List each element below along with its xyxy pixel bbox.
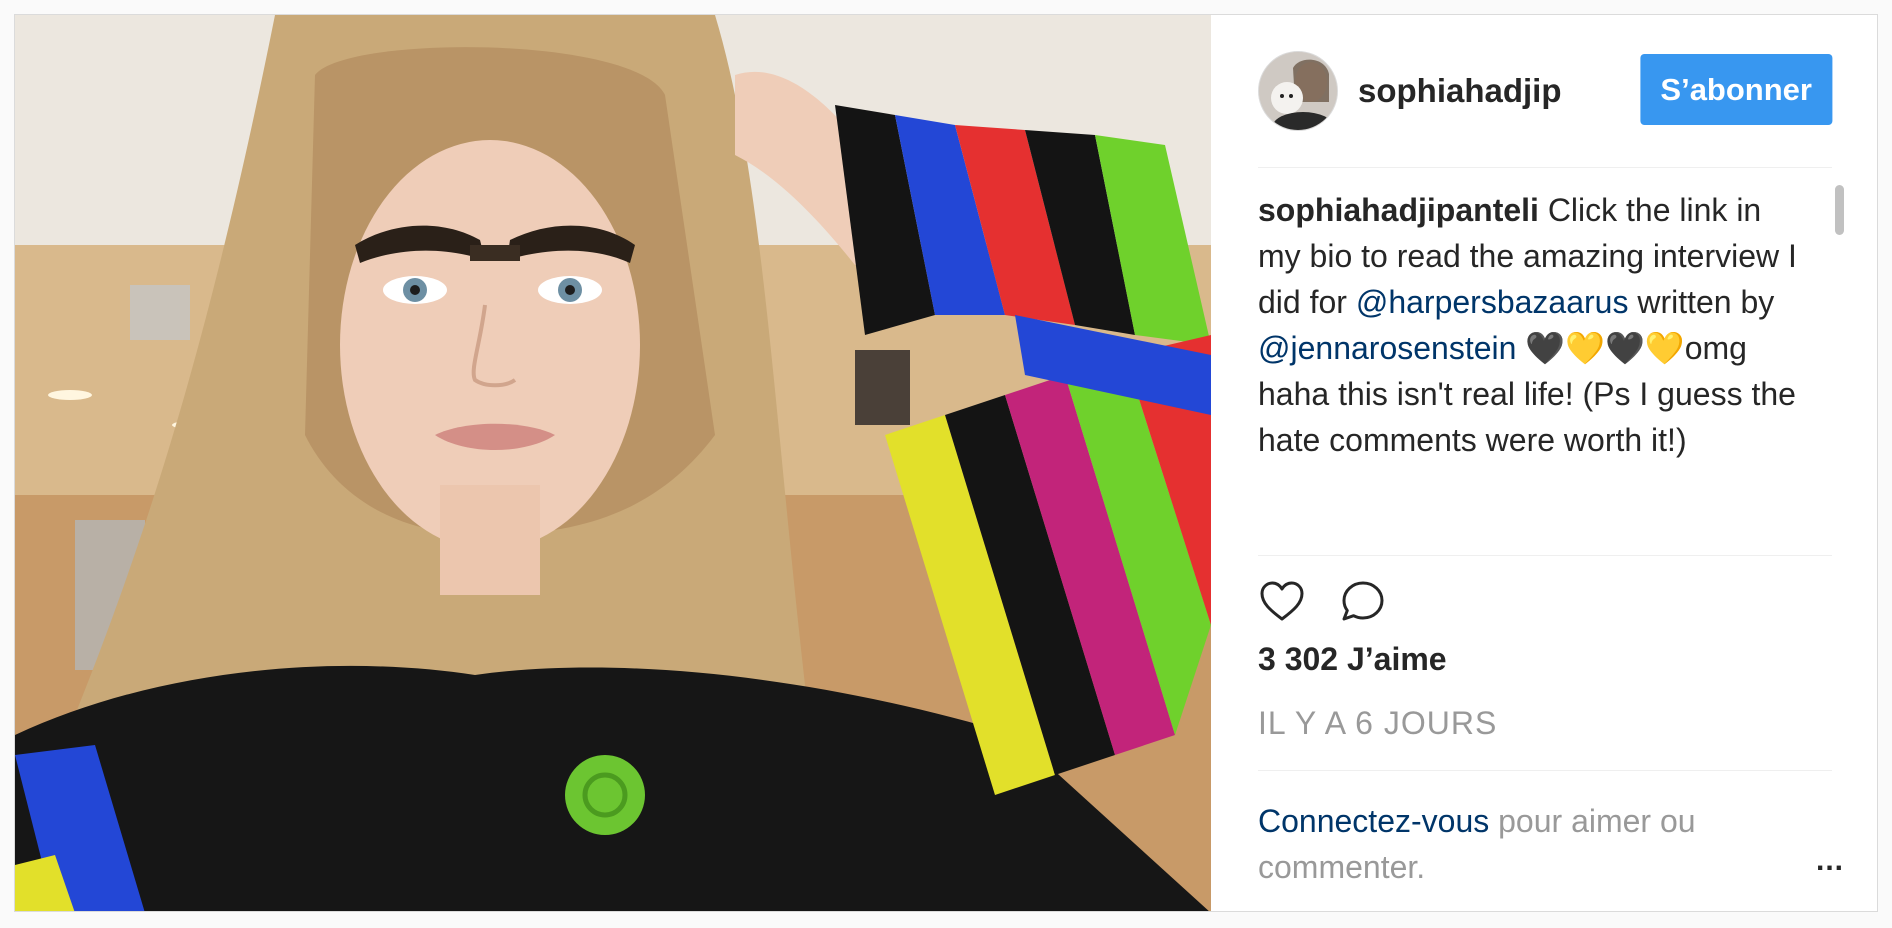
login-prompt: Connectez-vous pour aimer ou commenter. <box>1258 798 1758 890</box>
post-side-panel: sophiahadjip S’abonner sophiahadjipantel… <box>1211 15 1877 911</box>
ellipsis-icon[interactable]: ... <box>1816 844 1844 878</box>
login-link[interactable]: Connectez-vous <box>1258 803 1489 839</box>
caption-author[interactable]: sophiahadjipanteli <box>1258 192 1539 228</box>
caption-scrollbar[interactable] <box>1832 165 1846 555</box>
caption-area: sophiahadjipanteli Click the link in my … <box>1258 187 1843 555</box>
header-divider <box>1258 167 1832 168</box>
post-photo[interactable] <box>15 15 1211 911</box>
avatar-image <box>1259 52 1337 130</box>
caption-text: sophiahadjipanteli Click the link in my … <box>1258 187 1798 463</box>
speech-bubble-icon[interactable] <box>1339 578 1387 626</box>
post-card: sophiahadjip S’abonner sophiahadjipantel… <box>14 14 1878 912</box>
avatar[interactable] <box>1258 51 1338 131</box>
selfie-photo-illustration <box>15 15 1211 911</box>
mention-link[interactable]: @harpersbazaarus <box>1356 284 1629 320</box>
post-username[interactable]: sophiahadjip <box>1358 73 1562 109</box>
follow-button[interactable]: S’abonner <box>1640 54 1832 125</box>
footer-divider <box>1258 770 1832 771</box>
caption-text-part: written by <box>1628 284 1775 320</box>
post-timestamp[interactable]: IL Y A 6 JOURS <box>1258 705 1497 742</box>
scrollbar-thumb[interactable] <box>1835 185 1844 235</box>
caption-divider <box>1258 555 1832 556</box>
post-header: sophiahadjip S’abonner <box>1258 51 1832 131</box>
like-count[interactable]: 3 302 J’aime <box>1258 641 1447 678</box>
mention-link[interactable]: @jennarosenstein <box>1258 330 1516 366</box>
heart-outline-icon[interactable] <box>1258 578 1306 626</box>
